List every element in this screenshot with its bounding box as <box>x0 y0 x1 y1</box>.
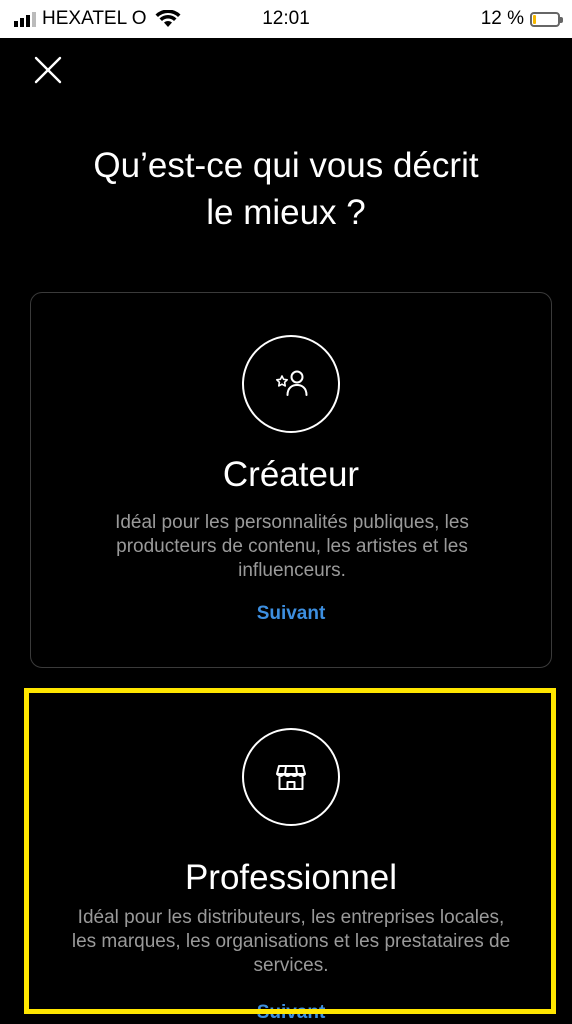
battery-percent: 12 % <box>480 8 524 29</box>
page-title-line-2: le mieux ? <box>206 193 366 232</box>
creator-icon-circle <box>242 335 340 433</box>
page-title-line-1: Qu’est-ce qui vous décrit <box>93 146 479 185</box>
creator-title: Créateur <box>222 455 360 494</box>
professional-icon-circle <box>242 728 340 826</box>
option-card-professional[interactable]: Professionnel Idéal pour les distributeu… <box>30 690 552 1024</box>
option-card-creator[interactable]: Créateur Idéal pour les personnalités pu… <box>30 292 552 668</box>
creator-next-button[interactable]: Suivant <box>31 603 551 625</box>
close-icon[interactable] <box>30 52 66 88</box>
battery-level <box>533 14 536 24</box>
creator-description: Idéal pour les personnalités publiques, … <box>115 512 469 581</box>
status-right: 12 % <box>480 8 563 30</box>
storefront-icon <box>276 765 306 790</box>
professional-description: Idéal pour les distributeurs, les entrep… <box>71 907 511 976</box>
page-title: Qu’est-ce qui vous décrit le mieux ? <box>0 142 572 236</box>
professional-title: Professionnel <box>184 858 398 897</box>
professional-next-button[interactable]: Suivant <box>30 1002 552 1024</box>
battery-icon <box>530 11 563 27</box>
status-bar: HEXATEL O 12:01 12 % <box>0 0 572 38</box>
creator-star-person-icon <box>276 370 308 396</box>
